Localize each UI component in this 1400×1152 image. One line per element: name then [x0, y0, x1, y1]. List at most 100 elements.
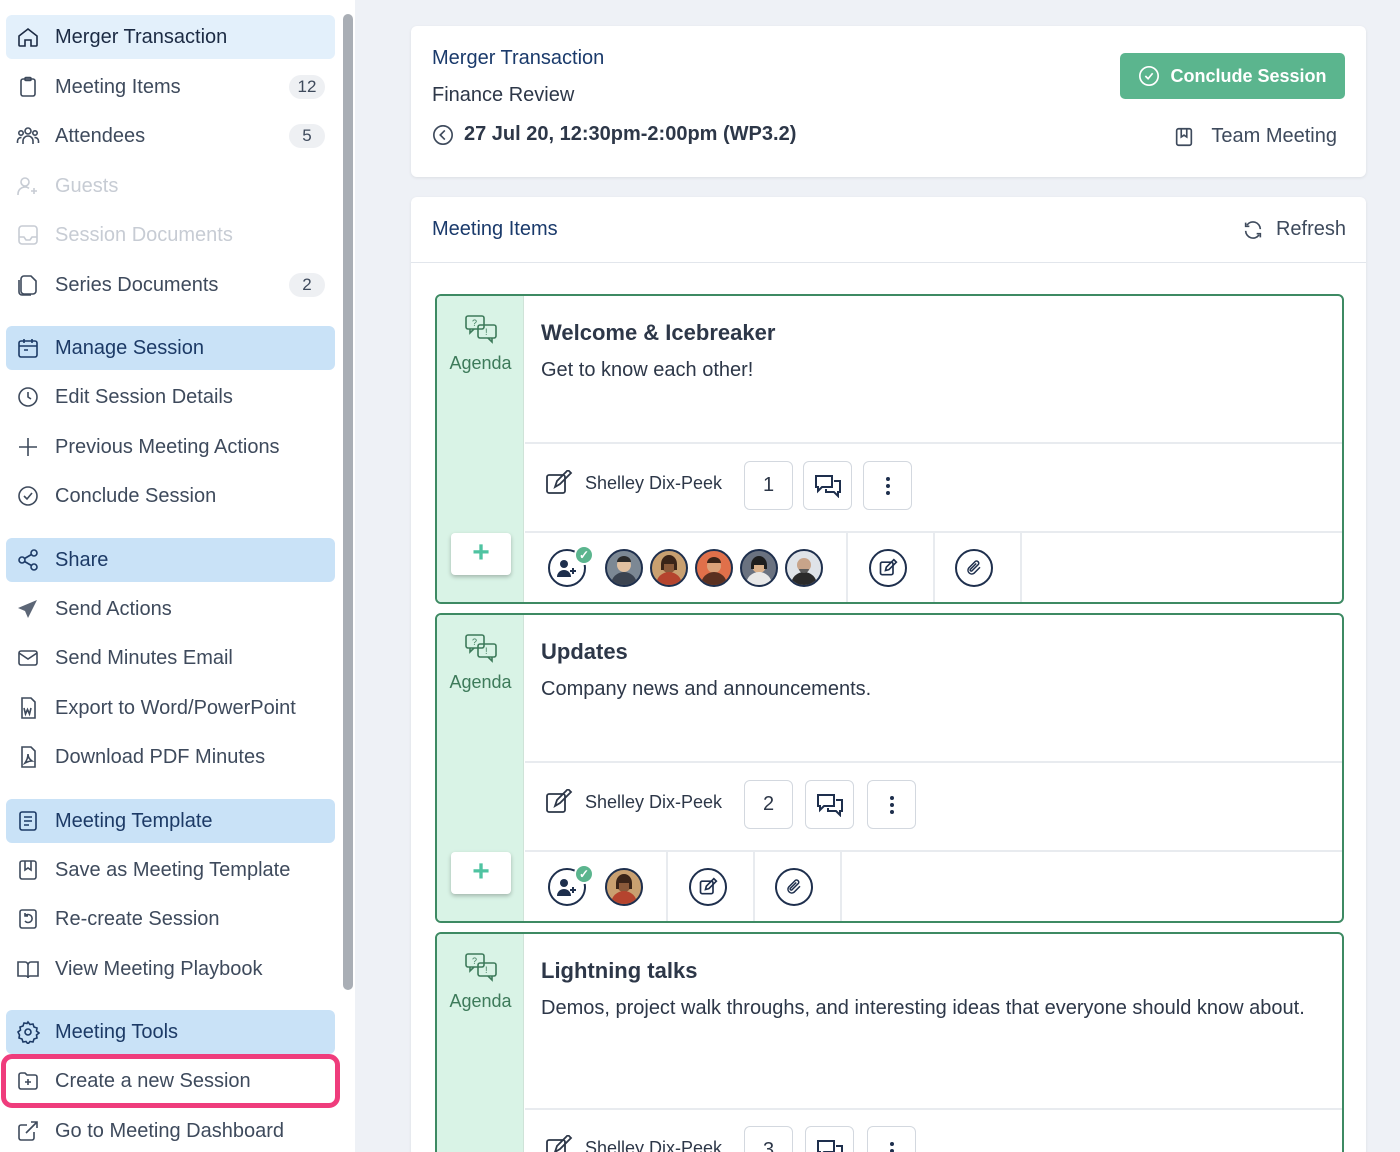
- sidebar-item-save-as-template[interactable]: Save as Meeting Template: [6, 848, 335, 892]
- agenda-owner[interactable]: Shelley Dix-Peek: [545, 1135, 722, 1152]
- mail-icon: [18, 650, 38, 666]
- sidebar-item-attendees[interactable]: Attendees 5: [6, 114, 335, 158]
- conclude-session-label: Conclude Session: [1170, 65, 1327, 86]
- kebab-menu-icon: [889, 795, 894, 814]
- session-title[interactable]: Merger Transaction: [432, 47, 604, 70]
- svg-text:!: !: [485, 965, 488, 975]
- sidebar-item-session-documents[interactable]: Session Documents: [6, 213, 335, 257]
- more-options-button[interactable]: [867, 780, 916, 829]
- sidebar-item-export-word[interactable]: Export to Word/PowerPoint: [6, 686, 335, 730]
- sidebar-item-download-pdf[interactable]: Download PDF Minutes: [6, 735, 335, 779]
- sidebar-item-conclude-session[interactable]: Conclude Session: [6, 474, 335, 518]
- notes-button[interactable]: [869, 549, 907, 587]
- sidebar-header-manage-session[interactable]: Manage Session: [6, 326, 335, 370]
- sidebar-item-label: Meeting Items: [55, 76, 181, 98]
- avatar[interactable]: [695, 549, 733, 587]
- attachments-button[interactable]: [775, 868, 813, 906]
- count-badge: 12: [289, 75, 325, 99]
- agenda-description: Demos, project walk throughs, and intere…: [541, 997, 1305, 1019]
- sidebar-header-meeting-tools[interactable]: Meeting Tools: [6, 1010, 335, 1054]
- avatar[interactable]: [605, 868, 643, 906]
- bookmark-icon: [1176, 127, 1193, 146]
- sidebar-item-edit-session-details[interactable]: Edit Session Details: [6, 375, 335, 419]
- svg-text:?: ?: [472, 318, 477, 328]
- agenda-description: Company news and announcements.: [541, 678, 872, 700]
- sidebar-item-label: Save as Meeting Template: [55, 859, 291, 881]
- sidebar-item-meeting-items[interactable]: Meeting Items 12: [6, 65, 335, 109]
- bookmark-icon: [19, 860, 37, 880]
- meeting-type: Team Meeting: [1173, 125, 1337, 148]
- sidebar-item-label: Previous Meeting Actions: [55, 436, 280, 458]
- back-circle-icon[interactable]: [432, 124, 454, 146]
- agenda-title[interactable]: Welcome & Icebreaker: [541, 320, 775, 346]
- item-number-button[interactable]: 3: [744, 1126, 793, 1152]
- sidebar-item-label: Conclude Session: [55, 485, 217, 507]
- sidebar-item-create-new-session[interactable]: Create a new Session: [1, 1054, 340, 1108]
- more-options-button[interactable]: [867, 1126, 916, 1152]
- template-icon: [19, 811, 37, 831]
- chat-icon: [816, 1139, 843, 1152]
- comments-button[interactable]: [805, 780, 854, 829]
- external-link-icon: [18, 1121, 38, 1141]
- attachments-button[interactable]: [955, 549, 993, 587]
- item-number-button[interactable]: 1: [744, 461, 793, 510]
- pdf-icon: [21, 746, 36, 768]
- more-options-button[interactable]: [863, 461, 912, 510]
- sidebar-header-meeting-template[interactable]: Meeting Template: [6, 799, 335, 843]
- session-date: 27 Jul 20, 12:30pm-2:00pm (WP3.2): [432, 123, 796, 146]
- sidebar-item-label: Export to Word/PowerPoint: [55, 697, 296, 719]
- agenda-item[interactable]: ?! Agenda + Welcome & Icebreaker Get to …: [435, 294, 1344, 604]
- agenda-title[interactable]: Updates: [541, 639, 628, 665]
- session-subtitle: Finance Review: [432, 84, 575, 106]
- conclude-session-button[interactable]: Conclude Session: [1120, 53, 1345, 99]
- meeting-items-title: Meeting Items: [432, 218, 558, 240]
- edit-icon: [879, 558, 898, 576]
- comments-button[interactable]: [805, 1126, 854, 1152]
- sidebar-item-send-actions[interactable]: Send Actions: [6, 587, 335, 631]
- avatar[interactable]: [740, 549, 778, 587]
- sidebar-item-go-to-dashboard[interactable]: Go to Meeting Dashboard: [6, 1109, 335, 1152]
- plus-icon: [19, 438, 37, 456]
- kebab-menu-icon: [885, 476, 890, 495]
- sidebar-scrollbar[interactable]: [343, 14, 353, 990]
- agenda-item[interactable]: ?! Agenda + Updates Company news and ann…: [435, 613, 1344, 923]
- add-item-button[interactable]: +: [451, 533, 511, 575]
- add-user-icon: [557, 879, 576, 896]
- agenda-description: Get to know each other!: [541, 359, 754, 381]
- sidebar-item-series-documents[interactable]: Series Documents 2: [6, 263, 335, 307]
- sidebar-item-label: Meeting Tools: [55, 1021, 179, 1043]
- avatar[interactable]: [605, 549, 643, 587]
- count-badge: 2: [289, 273, 325, 297]
- sidebar-item-label: Series Documents: [55, 274, 219, 296]
- item-number-button[interactable]: 2: [744, 780, 793, 829]
- add-item-button[interactable]: +: [451, 852, 511, 894]
- agenda-item[interactable]: ?! Agenda Lightning talks Demos, project…: [435, 932, 1344, 1152]
- notes-button[interactable]: [689, 868, 727, 906]
- refresh-label: Refresh: [1275, 218, 1346, 240]
- sidebar-item-send-minutes-email[interactable]: Send Minutes Email: [6, 636, 335, 680]
- comments-button[interactable]: [803, 461, 852, 510]
- avatar[interactable]: [785, 549, 823, 587]
- agenda-title[interactable]: Lightning talks: [541, 958, 697, 984]
- sidebar-item-guests[interactable]: Guests: [6, 164, 335, 208]
- divider: [1020, 533, 1022, 602]
- sidebar-item-recreate-session[interactable]: Re-create Session: [6, 897, 335, 941]
- sidebar-item-label: Manage Session: [55, 337, 204, 359]
- sidebar-item-merger-transaction[interactable]: Merger Transaction: [6, 15, 335, 59]
- sidebar-item-previous-meeting-actions[interactable]: Previous Meeting Actions: [6, 425, 335, 469]
- sidebar-item-label: Send Actions: [55, 598, 172, 620]
- refresh-button[interactable]: Refresh: [1242, 218, 1346, 241]
- svg-text:!: !: [485, 646, 488, 656]
- book-icon: [17, 961, 39, 979]
- sidebar-item-label: Meeting Template: [55, 810, 213, 832]
- session-date-text: 27 Jul 20, 12:30pm-2:00pm (WP3.2): [464, 123, 797, 145]
- divider: [525, 850, 1342, 852]
- sidebar-header-share[interactable]: Share: [6, 538, 335, 582]
- divider: [666, 852, 668, 921]
- inbox-icon: [18, 225, 38, 245]
- sidebar-item-view-playbook[interactable]: View Meeting Playbook: [6, 947, 335, 991]
- avatar[interactable]: [650, 549, 688, 587]
- agenda-owner[interactable]: Shelley Dix-Peek: [545, 470, 722, 496]
- agenda-owner[interactable]: Shelley Dix-Peek: [545, 789, 722, 815]
- paperclip-icon: [787, 879, 801, 894]
